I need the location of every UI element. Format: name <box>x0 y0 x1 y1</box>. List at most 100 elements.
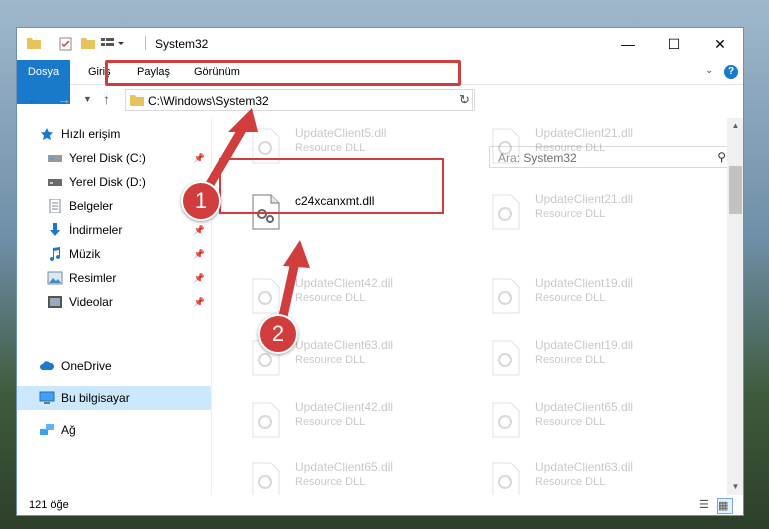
cloud-icon <box>39 359 55 373</box>
documents-icon <box>47 198 63 214</box>
step-2-badge: 2 <box>258 314 298 354</box>
dll-file-icon <box>491 278 521 314</box>
list-item[interactable]: UpdateClient19.dll Resource DLL <box>483 272 713 316</box>
sidebar-item-local-disk-c[interactable]: Yerel Disk (C:) 📌 <box>17 146 211 170</box>
refresh-button[interactable]: ↻ <box>455 89 475 111</box>
network-icon <box>39 423 55 437</box>
file-type: Resource DLL <box>535 416 606 428</box>
list-item[interactable]: UpdateClient65.dll Resource DLL <box>483 396 713 440</box>
file-name: UpdateClient65.dll <box>295 460 394 474</box>
file-name: UpdateClient19.dll <box>535 276 634 290</box>
drive-icon <box>47 151 63 165</box>
dll-file-icon <box>491 340 521 376</box>
scroll-up-arrow-icon[interactable]: ▲ <box>727 118 743 134</box>
downloads-icon <box>47 223 63 237</box>
list-item[interactable]: UpdateClient65.dll Resource DLL <box>243 456 473 495</box>
file-name: UpdateClient21.dll <box>535 126 634 140</box>
vertical-scrollbar[interactable]: ▲ ▼ <box>727 118 743 495</box>
pictures-icon <box>47 271 63 285</box>
sidebar-item-label: Hızlı erişim <box>61 127 121 141</box>
sidebar-item-onedrive[interactable]: OneDrive <box>17 354 211 378</box>
sidebar-item-label: Belgeler <box>69 199 114 213</box>
new-folder-icon[interactable] <box>81 37 95 49</box>
sidebar-item-network[interactable]: Ağ <box>17 418 211 442</box>
navigation-pane: Hızlı erişim Yerel Disk (C:) 📌 Yerel Dis… <box>17 118 211 495</box>
pin-icon[interactable]: 📌 <box>194 297 205 308</box>
title-separator <box>145 36 146 50</box>
sidebar-item-label: Ağ <box>61 423 76 437</box>
window-title: System32 <box>155 37 209 51</box>
file-type: Resource DLL <box>295 476 366 488</box>
list-item[interactable]: UpdateClient21.dll Resource DLL <box>483 122 713 166</box>
maximize-button[interactable]: ☐ <box>651 28 697 60</box>
file-highlight <box>219 158 444 214</box>
file-name: UpdateClient19.dll <box>535 338 634 352</box>
up-arrow-icon[interactable]: ↑ <box>103 91 110 107</box>
status-bar: 121 öğe ☰ ▦ <box>17 495 743 515</box>
sidebar-item-downloads[interactable]: İndirmeler 📌 <box>17 218 211 242</box>
sidebar-item-label: Müzik <box>69 247 101 261</box>
customize-quick-access-icon[interactable] <box>101 37 129 49</box>
recent-locations-icon[interactable]: ▼ <box>83 94 92 104</box>
sidebar-item-label: Bu bilgisayar <box>61 391 130 405</box>
file-type: Resource DLL <box>295 354 366 366</box>
scroll-down-arrow-icon[interactable]: ▼ <box>727 479 743 495</box>
list-item[interactable]: UpdateClient19.dll Resource DLL <box>483 334 713 378</box>
sidebar-item-pictures[interactable]: Resimler 📌 <box>17 266 211 290</box>
computer-icon <box>39 391 55 405</box>
title-bar: System32 — ☐ ✕ <box>17 28 743 60</box>
file-type: Resource DLL <box>295 416 366 428</box>
pin-icon[interactable]: 📌 <box>194 273 205 284</box>
dll-file-icon <box>251 462 281 495</box>
sidebar-item-label: OneDrive <box>61 359 112 373</box>
scrollbar-thumb[interactable] <box>729 166 742 214</box>
drive-icon <box>47 175 63 189</box>
file-type: Resource DLL <box>535 292 606 304</box>
close-button[interactable]: ✕ <box>697 28 743 60</box>
sidebar-item-label: Yerel Disk (D:) <box>69 175 146 189</box>
music-icon <box>47 247 63 262</box>
file-name: UpdateClient42.dll <box>295 276 394 290</box>
videos-icon <box>47 295 63 309</box>
list-item[interactable]: UpdateClient42.dll Resource DLL <box>243 396 473 440</box>
pin-icon[interactable]: 📌 <box>194 225 205 236</box>
list-item[interactable]: UpdateClient63.dll Resource DLL <box>483 456 713 495</box>
sidebar-item-quick-access[interactable]: Hızlı erişim <box>17 122 211 146</box>
help-icon[interactable]: ? <box>724 65 738 79</box>
back-arrow-icon[interactable]: ← <box>27 91 41 107</box>
address-bar[interactable]: C:\Windows\System32 ⌄ <box>125 89 473 111</box>
list-item[interactable]: UpdateClient42.dll Resource DLL <box>243 272 473 316</box>
dll-file-icon <box>251 278 281 314</box>
star-icon <box>39 127 55 141</box>
file-type: Resource DLL <box>295 292 366 304</box>
sidebar-item-music[interactable]: Müzik 📌 <box>17 242 211 266</box>
file-name: UpdateClient42.dll <box>295 400 394 414</box>
dll-file-icon <box>251 402 281 438</box>
file-name: UpdateClient63.dll <box>535 460 634 474</box>
forward-arrow-icon[interactable]: → <box>57 91 71 107</box>
ribbon-expand-icon[interactable]: ⌄ <box>705 65 713 76</box>
properties-icon[interactable] <box>59 37 73 51</box>
file-name: UpdateClient21.dll <box>535 192 634 206</box>
dll-file-icon <box>491 462 521 495</box>
pin-icon[interactable]: 📌 <box>194 249 205 260</box>
address-path[interactable]: C:\Windows\System32 <box>148 94 269 108</box>
pin-icon[interactable]: 📌 <box>194 153 205 164</box>
file-type: Resource DLL <box>535 476 606 488</box>
folder-icon <box>130 94 144 109</box>
sidebar-item-label: İndirmeler <box>69 223 123 237</box>
sidebar-item-local-disk-d[interactable]: Yerel Disk (D:) <box>17 170 211 194</box>
sidebar-item-label: Resimler <box>69 271 117 285</box>
file-name: UpdateClient63.dll <box>295 338 394 352</box>
large-icons-view-icon[interactable]: ▦ <box>717 498 733 514</box>
sidebar-item-label: Videolar <box>69 295 113 309</box>
minimize-button[interactable]: — <box>605 28 651 60</box>
details-view-icon[interactable]: ☰ <box>699 498 713 512</box>
sidebar-item-videos[interactable]: Videolar 📌 <box>17 290 211 314</box>
step-1-badge: 1 <box>181 181 221 221</box>
sidebar-item-this-pc[interactable]: Bu bilgisayar <box>17 386 211 410</box>
navigation-bar: ← → ▼ ↑ C:\Windows\System32 ⌄ ↻ Ara: Sys… <box>17 85 743 168</box>
file-type: Resource DLL <box>535 208 606 220</box>
list-item[interactable]: UpdateClient21.dll Resource DLL <box>483 188 713 232</box>
address-bar-highlight <box>105 60 461 86</box>
